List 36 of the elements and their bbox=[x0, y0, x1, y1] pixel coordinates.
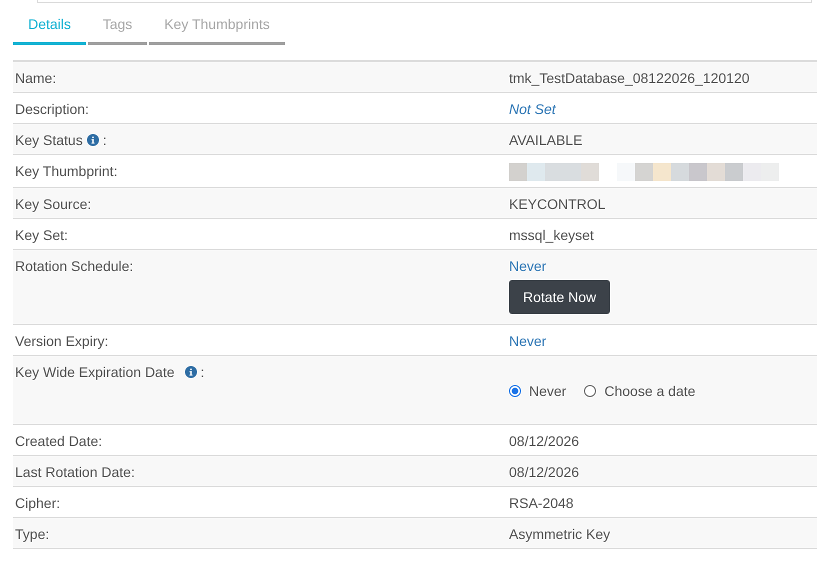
field-value: 08/12/2026 bbox=[509, 433, 580, 449]
tab[interactable]: Details bbox=[13, 11, 86, 45]
radio-button[interactable] bbox=[509, 385, 521, 397]
field-value: tmk_TestDatabase_08122026_120120 bbox=[509, 70, 750, 86]
value-link[interactable]: Never bbox=[509, 333, 546, 349]
label-suffix: : bbox=[200, 364, 204, 380]
field-label: Key Thumbprint: bbox=[15, 163, 118, 179]
info-icon[interactable] bbox=[184, 366, 197, 378]
field-label: Version Expiry: bbox=[15, 333, 108, 349]
field-value: AVAILABLE bbox=[509, 132, 582, 148]
field-label: Cipher: bbox=[15, 495, 60, 511]
field-label: Created Date: bbox=[15, 433, 102, 449]
field-label: Description: bbox=[15, 101, 89, 117]
field-value: mssql_keyset bbox=[509, 227, 594, 243]
field-label: Rotation Schedule: bbox=[15, 258, 134, 274]
field-label: Key Status bbox=[15, 132, 83, 148]
tab[interactable]: Key Thumbprints bbox=[149, 11, 285, 45]
rotate-button[interactable]: Rotate Now bbox=[509, 280, 610, 314]
field-value: KEYCONTROL bbox=[509, 196, 606, 212]
field-label: Key Set: bbox=[15, 227, 68, 243]
field-label: Key Source: bbox=[15, 196, 92, 212]
tab[interactable]: Tags bbox=[88, 11, 147, 45]
field-value: Asymmetric Key bbox=[509, 526, 610, 542]
field-label: Last Rotation Date: bbox=[15, 464, 135, 480]
field-label: Key Wide Expiration Date bbox=[15, 364, 175, 380]
field-label: Name: bbox=[15, 70, 56, 86]
radio-button[interactable] bbox=[584, 385, 596, 397]
radio-label: Choose a date bbox=[604, 383, 696, 399]
field-value: Not Set bbox=[509, 101, 556, 117]
radio-label: Never bbox=[529, 383, 566, 399]
value-link[interactable]: Never bbox=[509, 258, 546, 274]
field-value: RSA-2048 bbox=[509, 495, 574, 511]
field-label: Type: bbox=[15, 526, 50, 542]
label-suffix: : bbox=[102, 132, 107, 148]
field-value: 08/12/2026 bbox=[509, 464, 580, 480]
info-icon[interactable] bbox=[86, 134, 99, 146]
